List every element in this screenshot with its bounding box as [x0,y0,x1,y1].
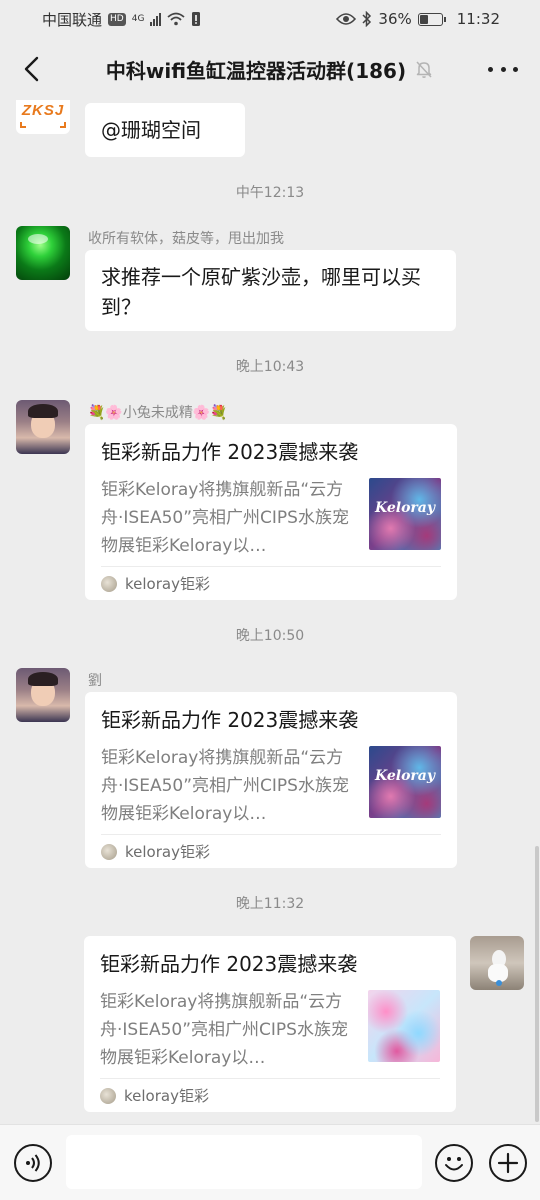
more-functions-button[interactable] [489,1144,527,1182]
hd-badge: HD [108,12,126,26]
article-card-self[interactable]: 钜彩新品力作 2023震撼来袭 钜彩Keloray将携旗舰新品“云方舟·ISEA… [84,936,456,1112]
message-text: 求推荐一个原矿紫沙壶，哪里可以买到？ [101,265,421,319]
back-arrow-icon [24,56,39,82]
back-button[interactable] [16,52,46,86]
source-name: keloray钜彩 [124,1087,209,1105]
card-source: keloray钜彩 [101,834,441,868]
emoji-button[interactable] [435,1144,473,1182]
thumbnail-brand-text: Keloray [374,768,435,784]
source-name: keloray钜彩 [125,575,210,593]
battery-percent: 36% [378,10,412,28]
mute-bell-icon [416,61,432,78]
avatar-child[interactable] [16,400,70,454]
signal-icon [150,12,162,26]
source-name: keloray钜彩 [125,843,210,861]
clock: 11:32 [456,10,500,28]
battery-icon [417,12,446,26]
voice-button[interactable] [14,1144,52,1182]
thumbnail-brand-text: Keloray [374,500,435,516]
carrier-label: 中国联通 [42,10,103,29]
message-bubble[interactable]: 求推荐一个原矿紫沙壶，哪里可以买到？ [85,250,456,331]
more-icon [488,66,493,72]
card-source: keloray钜彩 [101,566,441,600]
article-card[interactable]: 钜彩新品力作 2023震撼来袭 钜彩Keloray将携旗舰新品“云方舟·ISEA… [85,692,457,868]
self-avatar[interactable] [470,936,524,990]
sender-name: 💐🌸小兔未成精🌸💐 [88,405,228,421]
card-description: 钜彩Keloray将携旗舰新品“云方舟·ISEA50”亮相广州CIPS水族宠物展… [101,480,349,556]
card-description: 钜彩Keloray将携旗舰新品“云方舟·ISEA50”亮相广州CIPS水族宠物展… [100,992,348,1068]
card-title: 钜彩新品力作 2023震撼来袭 [100,952,358,976]
source-logo-icon [100,1087,116,1104]
card-thumbnail [368,990,440,1062]
article-card[interactable]: 钜彩新品力作 2023震撼来袭 钜彩Keloray将携旗舰新品“云方舟·ISEA… [85,424,457,600]
card-thumbnail: Keloray [369,746,441,818]
bluetooth-icon [362,11,372,27]
network-type: 4G [131,13,145,24]
wifi-icon [167,12,186,26]
emoji-icon [445,1157,463,1171]
timestamp: 晚上11:32 [235,896,305,912]
avatar-child[interactable] [16,668,70,722]
scrollbar[interactable] [535,846,539,1122]
card-thumbnail: Keloray [369,478,441,550]
card-title: 钜彩新品力作 2023震撼来袭 [101,440,359,464]
timestamp: 中午12:13 [235,185,305,201]
card-source: keloray钜彩 [100,1078,440,1112]
chat-header: 中科wifi鱼缸温控器活动群(186) [0,38,540,100]
message-bubble[interactable]: @珊瑚空间 [85,103,245,157]
input-bar [0,1124,540,1200]
group-title: 中科wifi鱼缸温控器活动群(186) [105,58,407,83]
card-description: 钜彩Keloray将携旗舰新品“云方舟·ISEA50”亮相广州CIPS水族宠物展… [101,748,349,824]
timestamp: 晚上10:50 [235,628,305,644]
message-input[interactable] [66,1135,422,1189]
source-logo-icon [101,575,117,592]
sender-name: 收所有软体，菇皮等，甩出加我 [88,231,284,247]
eye-icon [336,13,357,25]
chat-area[interactable]: ZKSJ @珊瑚空间 中午12:13 收所有软体，菇皮等，甩出加我 求推荐一个原… [0,100,540,1124]
plus-icon [497,1152,519,1174]
avatar[interactable] [16,226,70,280]
timestamp: 晚上10:43 [235,359,305,375]
message-text: @珊瑚空间 [101,118,201,142]
source-logo-icon [101,843,117,860]
status-bar: 中国联通 HD 4G 36% 11:32 [0,0,540,38]
card-title: 钜彩新品力作 2023震撼来袭 [101,708,359,732]
alert-icon [192,12,201,26]
voice-icon [26,1154,40,1172]
avatar-logo-text: ZKSJ [21,102,65,119]
more-button[interactable] [488,58,518,80]
sender-name: 劉 [88,673,102,689]
avatar-zksj[interactable]: ZKSJ [16,100,70,134]
title-area[interactable]: 中科wifi鱼缸温控器活动群(186) [92,38,448,100]
